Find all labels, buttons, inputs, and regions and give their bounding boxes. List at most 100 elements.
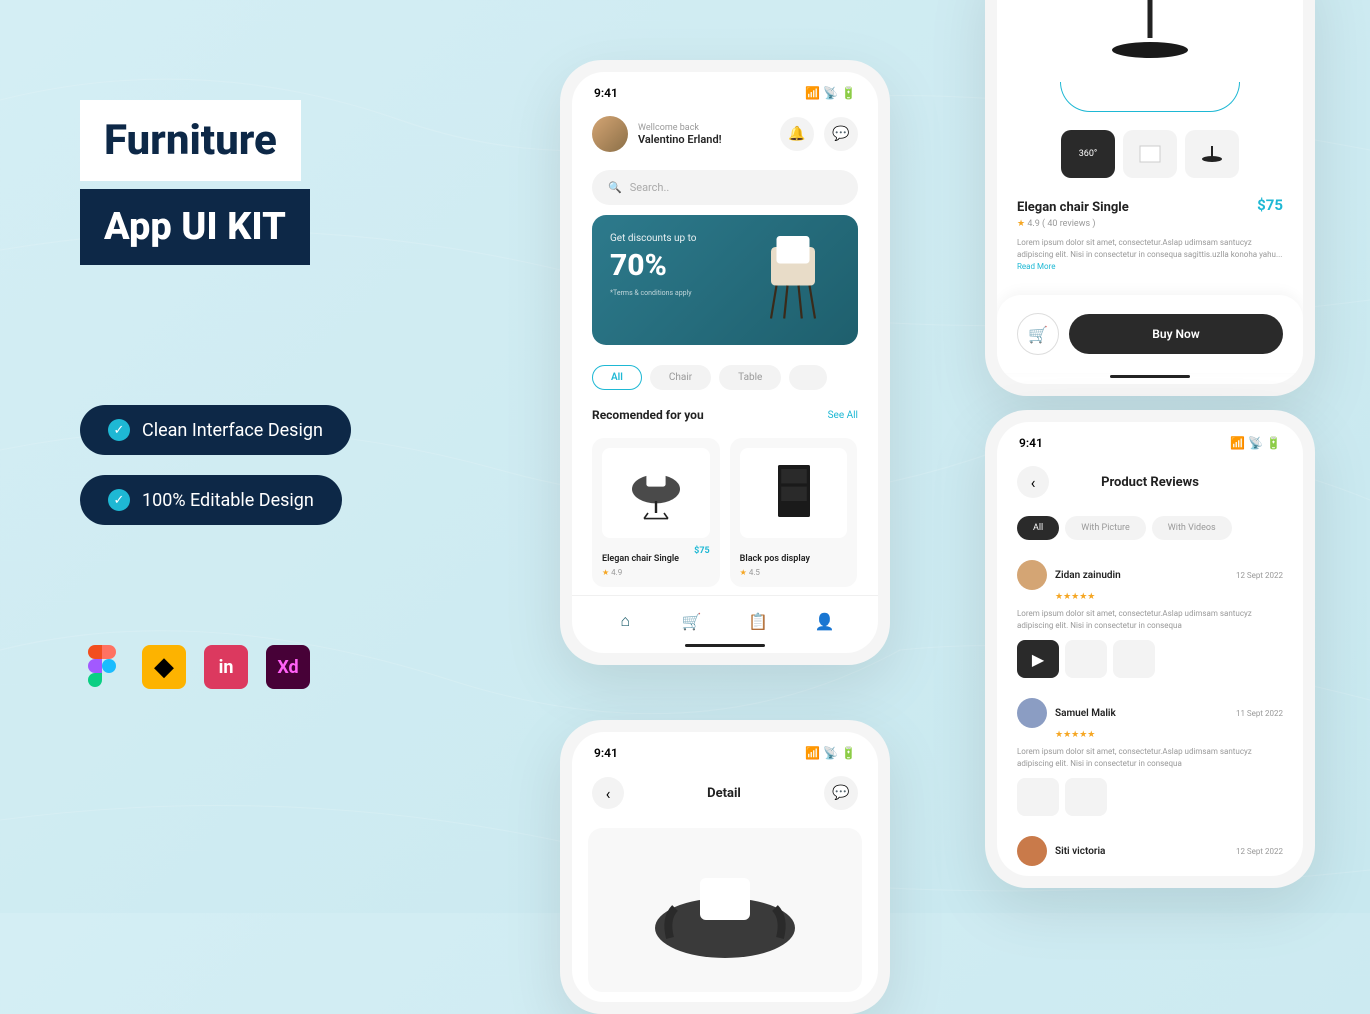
back-button[interactable]: ‹ <box>592 777 624 809</box>
product-image <box>740 448 848 538</box>
status-bar: 9:41 📶 📡 🔋 <box>572 72 878 108</box>
feature-pill-1: ✓ Clean Interface Design <box>80 405 351 455</box>
username: Valentino Erland! <box>638 133 770 146</box>
product-image <box>602 448 710 538</box>
review-avatar <box>1017 698 1047 728</box>
back-button[interactable]: ‹ <box>1017 466 1049 498</box>
promo-card[interactable]: Get discounts up to 70% *Terms & conditi… <box>592 215 858 345</box>
review-item: Siti victoria 12 Sept 2022 <box>997 826 1303 876</box>
read-more-link[interactable]: Read More <box>1017 262 1055 271</box>
welcome-text: Wellcome back <box>638 123 770 133</box>
main-title: Furniture <box>104 116 277 165</box>
subtitle-box: App UI KIT <box>80 189 310 265</box>
status-bar: 9:41 📶 📡 🔋 <box>997 422 1303 458</box>
avatar[interactable] <box>592 116 628 152</box>
product-price: $75 <box>694 546 710 556</box>
detail-title: Elegan chair Single <box>1017 200 1129 215</box>
status-icons: 📶 📡 🔋 <box>805 86 856 100</box>
chat-icon[interactable]: 💬 <box>824 117 858 151</box>
search-input[interactable]: 🔍 Search.. <box>592 170 858 205</box>
product-rating: ★ 4.9 <box>602 568 710 577</box>
status-icons: 📶 📡 🔋 <box>805 746 856 760</box>
phone-detail-bottom: 9:41 📶 📡 🔋 ‹ Detail 💬 <box>560 720 890 1014</box>
review-item: Zidan zainudin 12 Sept 2022 ★★★★★ Lorem i… <box>997 550 1303 688</box>
page-title: Product Reviews <box>1059 475 1241 490</box>
search-placeholder: Search.. <box>630 181 670 194</box>
review-tab-all[interactable]: All <box>1017 516 1059 540</box>
status-bar: 9:41 📶 📡 🔋 <box>572 732 878 768</box>
review-date: 12 Sept 2022 <box>1236 847 1283 856</box>
cart-button[interactable]: 🛒 <box>1017 313 1059 355</box>
thumb-image[interactable] <box>1185 130 1239 178</box>
main-subtitle: App UI KIT <box>104 205 286 249</box>
section-title: Recomended for you <box>592 408 704 422</box>
title-box: Furniture <box>80 100 301 181</box>
nav-home-icon[interactable]: ⌂ <box>614 610 636 632</box>
nav-profile-icon[interactable]: 👤 <box>814 610 836 632</box>
review-stars: ★★★★★ <box>1055 592 1283 602</box>
review-tab-picture[interactable]: With Picture <box>1065 516 1146 540</box>
review-avatar <box>1017 836 1047 866</box>
notification-icon[interactable]: 🔔 <box>780 117 814 151</box>
review-thumb[interactable] <box>1017 778 1059 816</box>
review-name: Siti victoria <box>1055 846 1228 857</box>
home-indicator <box>1110 375 1190 378</box>
review-date: 12 Sept 2022 <box>1236 571 1283 580</box>
status-time: 9:41 <box>594 746 618 760</box>
phone-home: 9:41 📶 📡 🔋 Wellcome backValentino Erland!… <box>560 60 890 665</box>
review-tab-videos[interactable]: With Videos <box>1152 516 1232 540</box>
sketch-icon: ◆ <box>142 645 186 689</box>
review-item: Samuel Malik 11 Sept 2022 ★★★★★ Lorem ips… <box>997 688 1303 826</box>
check-icon: ✓ <box>108 419 130 441</box>
product-name: Elegan chair Single <box>602 554 679 564</box>
status-time: 9:41 <box>1019 436 1043 450</box>
product-card[interactable]: Elegan chair Single $75 ★ 4.9 <box>592 438 720 587</box>
home-indicator <box>685 644 765 647</box>
thumb-360[interactable]: 360° <box>1061 130 1115 178</box>
search-icon: 🔍 <box>608 181 622 194</box>
phone-detail-top: 360° Elegan chair Single $75 ★ 4.9 ( 40 … <box>985 0 1315 396</box>
rotate-indicator[interactable] <box>1060 82 1240 112</box>
feature-label: 100% Editable Design <box>142 490 314 511</box>
feature-label: Clean Interface Design <box>142 420 323 441</box>
review-thumb-video[interactable]: ▶ <box>1017 640 1059 678</box>
chip-chair[interactable]: Chair <box>650 365 711 390</box>
figma-icon <box>80 645 124 689</box>
product-rating: ★ 4.5 <box>740 568 848 577</box>
nav-cart-icon[interactable]: 🛒 <box>681 610 703 632</box>
review-thumb[interactable] <box>1065 640 1107 678</box>
check-icon: ✓ <box>108 489 130 511</box>
feature-pill-2: ✓ 100% Editable Design <box>80 475 342 525</box>
review-name: Samuel Malik <box>1055 708 1228 719</box>
detail-product-image <box>615 848 835 968</box>
chip-table[interactable]: Table <box>719 365 781 390</box>
review-name: Zidan zainudin <box>1055 570 1228 581</box>
product-card[interactable]: Black pos display ★ 4.5 <box>730 438 858 587</box>
buy-now-button[interactable]: Buy Now <box>1069 314 1283 354</box>
chat-icon[interactable]: 💬 <box>824 776 858 810</box>
nav-orders-icon[interactable]: 📋 <box>747 610 769 632</box>
see-all-link[interactable]: See All <box>828 410 858 421</box>
review-text: Lorem ipsum dolor sit amet, consectetur.… <box>1017 608 1283 632</box>
detail-description: Lorem ipsum dolor sit amet, consectetur.… <box>1017 237 1283 273</box>
chip-more[interactable] <box>789 365 827 390</box>
promo-chair-image <box>738 225 848 335</box>
thumb-image[interactable] <box>1123 130 1177 178</box>
status-time: 9:41 <box>594 86 618 100</box>
phone-reviews: 9:41 📶 📡 🔋 ‹ Product Reviews All With Pic… <box>985 410 1315 888</box>
review-avatar <box>1017 560 1047 590</box>
product-360-image <box>1070 0 1230 78</box>
review-date: 11 Sept 2022 <box>1236 709 1283 718</box>
product-name: Black pos display <box>740 554 810 564</box>
page-title: Detail <box>634 786 814 801</box>
review-stars: ★★★★★ <box>1055 730 1283 740</box>
tool-icons-row: ◆ in Xd <box>80 645 500 689</box>
invision-icon: in <box>204 645 248 689</box>
xd-icon: Xd <box>266 645 310 689</box>
review-text: Lorem ipsum dolor sit amet, consectetur.… <box>1017 746 1283 770</box>
chip-all[interactable]: All <box>592 365 642 390</box>
status-icons: 📶 📡 🔋 <box>1230 436 1281 450</box>
detail-rating: ★ 4.9 ( 40 reviews ) <box>1017 219 1283 229</box>
review-thumb[interactable] <box>1065 778 1107 816</box>
review-thumb[interactable] <box>1113 640 1155 678</box>
